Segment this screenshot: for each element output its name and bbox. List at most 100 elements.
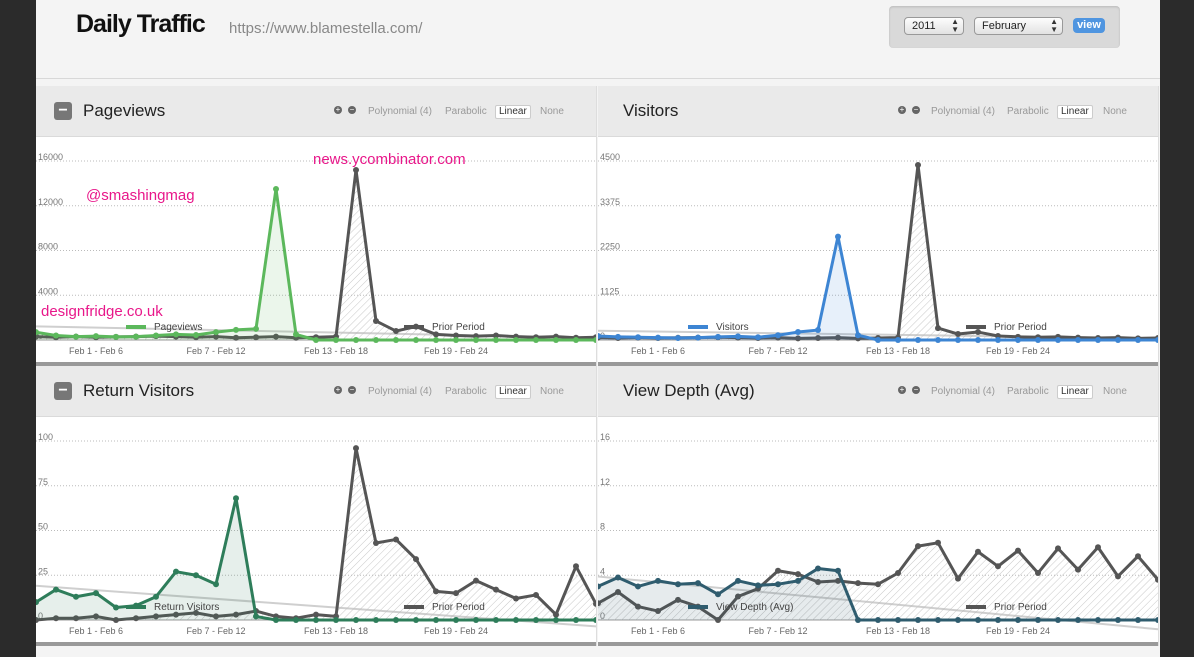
series-point xyxy=(273,617,279,623)
fit-linear[interactable]: Linear xyxy=(495,385,531,399)
collapse-button[interactable]: − xyxy=(54,102,72,120)
series-point xyxy=(73,593,79,600)
series-point xyxy=(795,329,801,336)
select-arrows-icon: ▲ ▼ xyxy=(951,17,959,34)
prior-period-point xyxy=(1055,545,1061,552)
zoom-in-icon[interactable]: + xyxy=(898,106,906,114)
series-point xyxy=(1035,617,1041,623)
series-point xyxy=(493,337,499,343)
month-select-value: February xyxy=(982,20,1027,32)
series-point xyxy=(233,495,239,502)
series-point xyxy=(935,617,941,623)
fit-linear[interactable]: Linear xyxy=(1057,385,1093,399)
panel-title: View Depth (Avg) xyxy=(623,381,755,400)
fit-parabolic[interactable]: Parabolic xyxy=(445,386,487,398)
series-area xyxy=(598,236,1158,340)
series-point xyxy=(615,574,621,581)
visitors-chart: 45003375225011250Feb 1 - Feb 6 Feb 7 - Fe… xyxy=(595,152,1161,366)
prior-period-point xyxy=(513,595,519,602)
series-point xyxy=(875,617,881,623)
series-point xyxy=(955,617,961,623)
legend-series-label: Return Visitors xyxy=(154,602,219,613)
series-point xyxy=(1075,617,1081,623)
view-depth-chart: 1612840Feb 1 - Feb 6Feb 7 - Feb 12Feb 13… xyxy=(595,432,1161,646)
panel-header: Visitors + − Polynomial (4) Parabolic Li… xyxy=(598,86,1158,137)
x-tick-label: Feb 19 - Feb 24 xyxy=(986,626,1050,636)
series-point xyxy=(93,590,99,597)
view-button[interactable]: view xyxy=(1073,18,1105,33)
collapse-button[interactable]: − xyxy=(54,382,72,400)
prior-period-line xyxy=(597,163,1159,340)
series-point xyxy=(473,337,479,343)
prior-period-point xyxy=(453,590,459,597)
fit-none[interactable]: None xyxy=(1103,106,1127,118)
fit-none[interactable]: None xyxy=(540,106,564,118)
x-tick-label: Feb 19 - Feb 24 xyxy=(424,626,488,636)
series-point xyxy=(1135,617,1141,623)
series-point xyxy=(353,617,359,623)
zoom-out-icon[interactable]: − xyxy=(348,386,356,394)
series-point xyxy=(1095,337,1101,343)
series-point xyxy=(453,337,459,343)
fit-polynomial[interactable]: Polynomial (4) xyxy=(368,106,432,118)
series-point xyxy=(313,617,319,623)
x-tick-label: Feb 1 - Feb 6 xyxy=(631,346,685,356)
fit-parabolic[interactable]: Parabolic xyxy=(1007,386,1049,398)
series-point xyxy=(113,604,119,611)
series-point xyxy=(675,335,681,342)
series-point xyxy=(273,185,279,192)
zoom-in-icon[interactable]: + xyxy=(334,386,342,394)
series-point xyxy=(775,581,781,588)
fit-linear[interactable]: Linear xyxy=(495,105,531,119)
series-point xyxy=(855,332,861,339)
series-point xyxy=(675,581,681,588)
prior-period-point xyxy=(795,571,801,578)
series-point xyxy=(695,580,701,587)
prior-period-point xyxy=(1135,553,1141,560)
series-point xyxy=(293,617,299,623)
y-tick-label: 1125 xyxy=(600,286,619,296)
chart-area: 1612840Feb 1 - Feb 6Feb 7 - Feb 12Feb 13… xyxy=(595,417,1161,646)
series-point xyxy=(213,329,219,336)
x-tick-label: Feb 7 - Feb 12 xyxy=(748,626,807,636)
fit-linear[interactable]: Linear xyxy=(1057,105,1093,119)
zoom-out-icon[interactable]: − xyxy=(348,106,356,114)
series-line xyxy=(597,235,1158,342)
panel-header: − Return Visitors + − Polynomial (4) Par… xyxy=(36,366,596,417)
series-point xyxy=(895,617,901,623)
zoom-in-icon[interactable]: + xyxy=(898,386,906,394)
panel-header: View Depth (Avg) + − Polynomial (4) Para… xyxy=(598,366,1158,417)
series-point xyxy=(1075,337,1081,343)
prior-period-point xyxy=(433,588,439,595)
fit-polynomial[interactable]: Polynomial (4) xyxy=(931,106,995,118)
date-controls: 2011 ▲ ▼ February ▲ ▼ view xyxy=(889,6,1120,48)
prior-period-point xyxy=(1115,573,1121,580)
legend-prior-period-label: Prior Period xyxy=(432,322,485,333)
y-tick-label: 8000 xyxy=(38,242,58,252)
zoom-out-icon[interactable]: − xyxy=(912,106,920,114)
prior-period-point xyxy=(413,556,419,563)
year-select[interactable]: 2011 ▲ ▼ xyxy=(904,17,964,35)
series-point xyxy=(573,617,579,623)
fit-parabolic[interactable]: Parabolic xyxy=(1007,106,1049,118)
fit-none[interactable]: None xyxy=(1103,386,1127,398)
fit-polynomial[interactable]: Polynomial (4) xyxy=(931,386,995,398)
site-url[interactable]: https://www.blamestella.com/ xyxy=(229,20,422,37)
prior-period-point xyxy=(373,317,379,324)
prior-period-point xyxy=(915,161,921,168)
x-tick-label: Feb 13 - Feb 18 xyxy=(866,346,930,356)
month-select[interactable]: February ▲ ▼ xyxy=(974,17,1063,35)
prior-period-point xyxy=(975,548,981,555)
prior-period-area xyxy=(598,164,1158,340)
series-point xyxy=(393,617,399,623)
zoom-in-icon[interactable]: + xyxy=(334,106,342,114)
prior-period-point xyxy=(553,611,559,618)
fit-parabolic[interactable]: Parabolic xyxy=(445,106,487,118)
series-point xyxy=(93,333,99,340)
fit-polynomial[interactable]: Polynomial (4) xyxy=(368,386,432,398)
fit-none[interactable]: None xyxy=(540,386,564,398)
y-tick-label: 16 xyxy=(600,432,610,442)
series-point xyxy=(333,337,339,343)
series-point xyxy=(353,337,359,343)
zoom-out-icon[interactable]: − xyxy=(912,386,920,394)
